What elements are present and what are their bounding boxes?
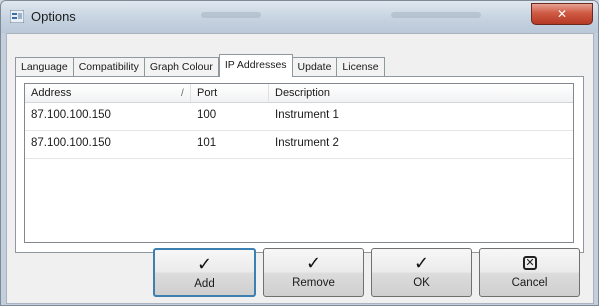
- ok-button[interactable]: ✓ OK: [371, 248, 472, 297]
- column-header-address[interactable]: Address /: [25, 84, 191, 102]
- remove-button-label: Remove: [292, 277, 335, 289]
- address-cell: 87.100.100.150: [31, 109, 111, 121]
- port-cell: 101: [197, 137, 217, 149]
- title-bar-decoration: [391, 12, 481, 18]
- cancel-button-label: Cancel: [511, 277, 548, 289]
- close-icon: ✕: [556, 7, 568, 21]
- add-button-label: Add: [194, 278, 215, 290]
- check-icon: ✓: [413, 253, 430, 274]
- title-bar-decoration: [201, 12, 261, 18]
- ok-button-label: OK: [413, 277, 430, 289]
- table-row[interactable]: 87.100.100.150 101 Instrument 2: [25, 131, 573, 159]
- port-cell: 100: [197, 109, 217, 121]
- sort-indicator-icon: /: [181, 88, 184, 99]
- description-cell: Instrument 1: [275, 109, 339, 121]
- dialog-body: Language Compatibility Graph Colour IP A…: [6, 33, 594, 304]
- tab-strip: Language Compatibility Graph Colour IP A…: [15, 54, 385, 77]
- app-icon: [10, 10, 24, 23]
- tab-update[interactable]: Update: [292, 57, 338, 76]
- remove-button[interactable]: ✓ Remove: [263, 248, 364, 297]
- description-cell: Instrument 2: [275, 137, 339, 149]
- window-title: Options: [31, 9, 76, 24]
- cancel-box-icon: ✕: [523, 256, 537, 270]
- cancel-button[interactable]: ✕ Cancel: [479, 248, 580, 297]
- tab-ip-addresses[interactable]: IP Addresses: [218, 54, 293, 77]
- tab-graph-colour[interactable]: Graph Colour: [144, 57, 219, 76]
- tab-compatibility[interactable]: Compatibility: [73, 57, 145, 76]
- column-header-port[interactable]: Port: [191, 84, 269, 102]
- list-header: Address / Port Description: [25, 84, 573, 103]
- title-bar[interactable]: Options ✕: [1, 1, 598, 33]
- table-row[interactable]: 87.100.100.150 100 Instrument 1: [25, 103, 573, 131]
- add-button[interactable]: ✓ Add: [153, 248, 256, 297]
- button-bar: ✓ Add ✓ Remove ✓ OK ✕ Cancel: [153, 248, 580, 299]
- tab-license[interactable]: License: [337, 57, 385, 76]
- close-button[interactable]: ✕: [531, 3, 593, 25]
- tab-language[interactable]: Language: [15, 57, 74, 76]
- ip-addresses-panel: Address / Port Description 87.100.100.15…: [15, 76, 584, 253]
- options-window: Options ✕ Language Compatibility Graph C…: [0, 0, 599, 306]
- check-icon: ✓: [305, 253, 322, 274]
- address-cell: 87.100.100.150: [31, 137, 111, 149]
- column-header-description[interactable]: Description: [269, 84, 573, 102]
- check-icon: ✓: [196, 254, 213, 275]
- ip-address-list[interactable]: Address / Port Description 87.100.100.15…: [24, 83, 574, 243]
